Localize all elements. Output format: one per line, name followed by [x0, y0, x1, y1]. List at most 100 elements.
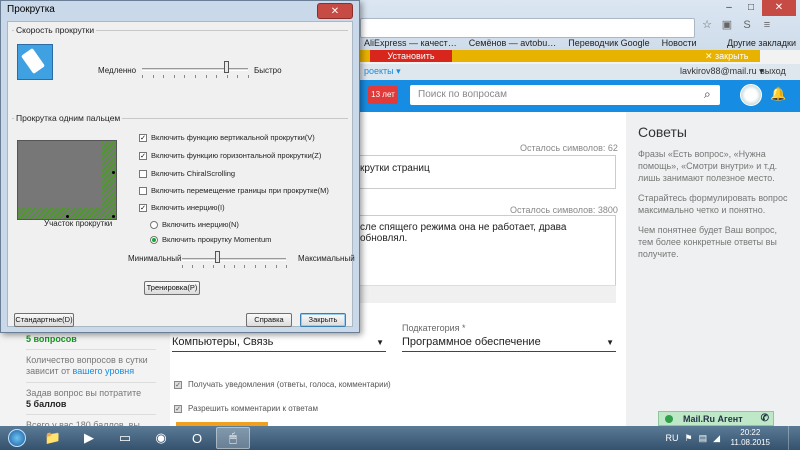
install-close-button[interactable]: ✕ закрыть — [705, 50, 748, 62]
skype-icon[interactable]: S — [740, 18, 754, 32]
slider-tick — [265, 265, 267, 268]
menu-icon[interactable]: ≡ — [760, 18, 774, 32]
cost-label: Задав вопрос вы потратите — [26, 388, 142, 398]
level-link[interactable]: вашего уровня — [73, 366, 135, 376]
momentum-slider[interactable] — [182, 258, 286, 261]
agent-label: Mail.Ru Агент — [683, 414, 743, 424]
training-button[interactable]: Тренировка(P) — [144, 281, 200, 295]
slider-tick — [192, 265, 194, 268]
slider-tick — [244, 265, 246, 268]
chevron-down-icon: ▼ — [376, 338, 384, 347]
dialog-close-button[interactable]: ✕ — [317, 3, 353, 19]
zone-handle[interactable] — [112, 171, 115, 174]
zone-handle[interactable] — [66, 215, 69, 218]
show-desktop-button[interactable] — [788, 426, 800, 450]
comments-checkbox[interactable]: ✓ — [174, 404, 182, 413]
category-select[interactable]: Компьютеры, Связь ▼ — [172, 336, 386, 352]
slow-label: Медленно — [98, 66, 137, 75]
option-border[interactable]: Включить перемещение границы при прокрут… — [139, 186, 329, 195]
chars-left-description: Осталось символов: 3800 — [510, 205, 618, 215]
border-checkbox[interactable] — [139, 186, 147, 195]
notify-checkbox[interactable]: ✓ — [174, 380, 182, 389]
taskbar: 📁 ▶ ▭ ◉ O 🖱 RU ⚑ ▤ ◢ 20:22 11.08.2015 — [0, 426, 800, 450]
notify-label: Получать уведомления (ответы, голоса, ко… — [188, 380, 391, 389]
bookmark-item[interactable]: Семёнов — avtobu… — [469, 38, 556, 48]
scroll-zone-preview[interactable] — [17, 140, 117, 220]
questions-note: Количество вопросов в сутки зависит от в… — [26, 355, 148, 376]
chevron-down-icon: ▼ — [606, 338, 614, 347]
momentum-radio[interactable] — [150, 235, 158, 244]
install-button[interactable]: Установить — [370, 50, 452, 62]
dialog-titlebar[interactable]: Прокрутка ✕ — [1, 1, 359, 21]
slider-tick — [286, 265, 287, 268]
slider-tick — [163, 75, 165, 78]
slider-tick — [226, 75, 228, 78]
close-button[interactable]: Закрыть — [300, 313, 346, 327]
user-email[interactable]: lavkirov88@mail.ru ▾ — [680, 66, 764, 77]
radio-momentum[interactable]: Включить прокрутку Momentum — [150, 235, 271, 244]
inertia-radio[interactable] — [150, 220, 158, 229]
option-horizontal[interactable]: ✓ Включить функцию горизонтальной прокру… — [139, 151, 321, 160]
chrome-icon[interactable]: ◉ — [144, 427, 178, 449]
explorer-icon[interactable]: 📁 — [36, 427, 70, 449]
max-label: Максимальный — [298, 254, 355, 263]
phone-icon[interactable]: ✆ — [761, 412, 769, 426]
bookmark-item[interactable]: AliExpress — качест… — [364, 38, 457, 48]
maximize-icon[interactable]: □ — [740, 0, 762, 16]
help-button[interactable]: Справка — [246, 313, 292, 327]
tip-text: Чем понятнее будет Ваш вопрос, тем более… — [638, 225, 778, 259]
comments-option[interactable]: ✓ Разрешить комментарии к ответам — [174, 404, 318, 413]
defaults-button[interactable]: Стандартные(D) — [14, 313, 74, 327]
inertia-checkbox[interactable]: ✓ — [139, 203, 147, 212]
bookmarks-bar: AliExpress — качест… Семёнов — avtobu… П… — [360, 35, 800, 51]
language-indicator[interactable]: RU — [665, 433, 678, 443]
bookmark-item[interactable]: Новости — [662, 38, 697, 48]
volume-icon[interactable]: ◢ — [713, 433, 720, 444]
browser-toolbar: ☆ ▣ S ≡ — [700, 18, 774, 32]
close-icon[interactable]: ✕ — [762, 0, 796, 16]
slider-tick — [234, 265, 235, 268]
minimize-icon[interactable]: – — [718, 0, 740, 16]
agent-tab[interactable]: Mail.Ru Агент ✆ — [658, 411, 774, 426]
mouse-settings-icon[interactable]: 🖱 — [216, 427, 250, 449]
media-player-icon[interactable]: ▶ — [72, 427, 106, 449]
question-input[interactable]: крутки страниц — [360, 155, 616, 189]
start-button[interactable] — [0, 426, 34, 450]
slider-tick — [213, 265, 215, 268]
search-input[interactable]: Поиск по вопросам — [410, 85, 720, 105]
option-inertia[interactable]: ✓ Включить инерцию(I) — [139, 203, 225, 212]
chiral-checkbox[interactable] — [139, 169, 147, 178]
cost-value: 5 баллов — [26, 399, 67, 409]
extension-icon[interactable]: ▣ — [720, 18, 734, 32]
notify-option[interactable]: ✓ Получать уведомления (ответы, голоса, … — [174, 380, 391, 389]
subcategory-select[interactable]: Программное обеспечение ▼ — [402, 336, 616, 352]
slider-tick — [275, 265, 277, 268]
bookmark-item[interactable]: Переводчик Google — [568, 38, 649, 48]
search-icon[interactable]: ⌕ — [704, 87, 711, 102]
radio-inertia[interactable]: Включить инерцию(N) — [150, 220, 239, 229]
clock-time: 20:22 — [740, 428, 761, 437]
clock[interactable]: 20:22 11.08.2015 — [731, 428, 770, 448]
slider-tick — [237, 75, 239, 78]
speed-slider-thumb[interactable] — [223, 61, 229, 73]
avatar[interactable] — [740, 84, 762, 106]
vertical-checkbox[interactable]: ✓ — [139, 133, 147, 142]
dialog-body: Скорость прокрутки Медленно Быстро Прокр… — [7, 21, 355, 327]
option-chiral[interactable]: Включить ChiralScrolling — [139, 169, 235, 178]
horizontal-checkbox[interactable]: ✓ — [139, 151, 147, 160]
star-icon[interactable]: ☆ — [700, 18, 714, 32]
logout-link[interactable]: выход — [760, 66, 786, 76]
radio-momentum-label: Включить прокрутку Momentum — [162, 235, 272, 244]
other-bookmarks[interactable]: Другие закладки — [727, 38, 796, 48]
network-icon[interactable]: ▤ — [699, 433, 708, 444]
option-vertical[interactable]: ✓ Включить функцию вертикальной прокрутк… — [139, 133, 315, 142]
zone-handle[interactable] — [112, 215, 115, 218]
display-icon[interactable]: ▭ — [108, 427, 142, 449]
vertical-label: Включить функцию вертикальной прокрутки(… — [151, 133, 315, 142]
flag-icon[interactable]: ⚑ — [684, 433, 692, 444]
projects-menu[interactable]: роекты ▾ — [364, 66, 401, 77]
opera-icon[interactable]: O — [180, 427, 214, 449]
momentum-slider-thumb[interactable] — [215, 251, 221, 263]
bell-icon[interactable]: 🔔 — [770, 86, 786, 102]
speed-slider[interactable] — [142, 68, 248, 71]
